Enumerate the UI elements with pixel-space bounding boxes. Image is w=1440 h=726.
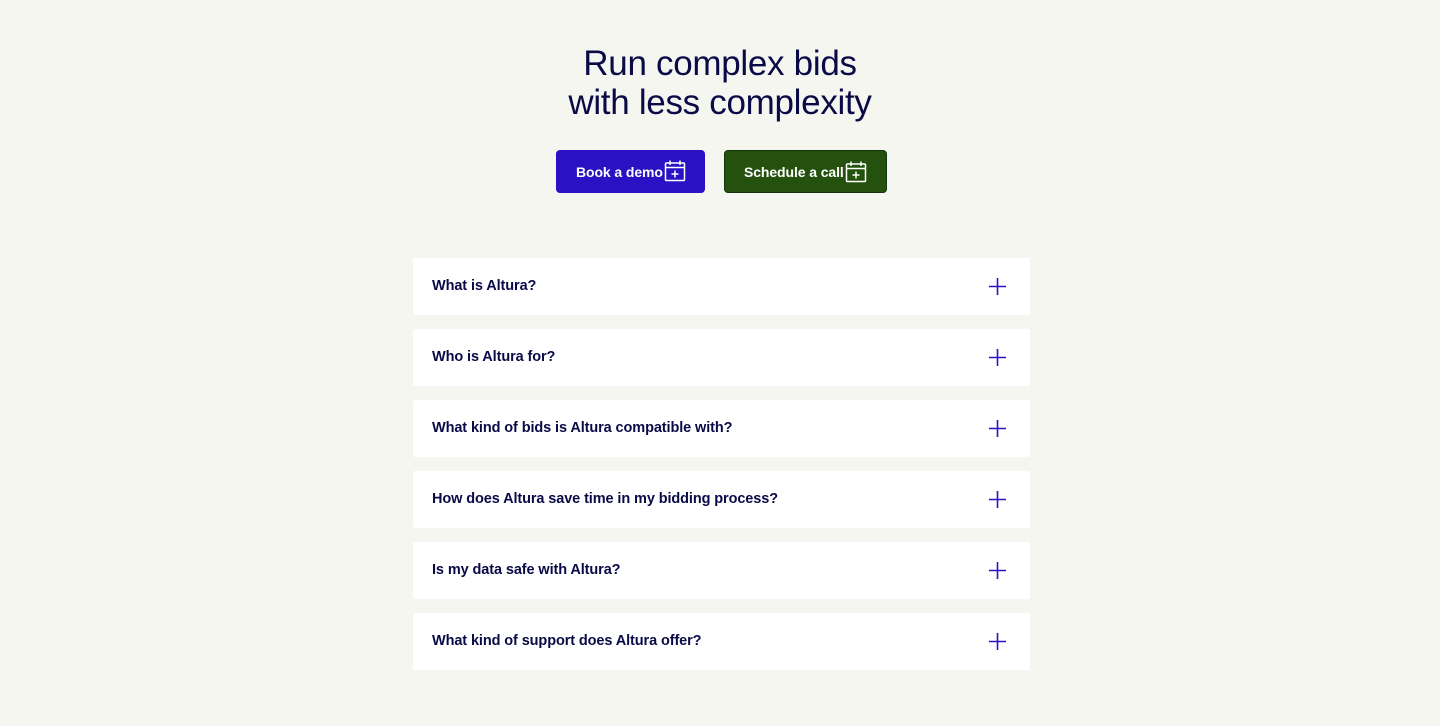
title-line-1: Run complex bids bbox=[583, 44, 857, 83]
plus-icon[interactable] bbox=[989, 420, 1006, 437]
faq-question: What kind of support does Altura offer? bbox=[432, 633, 702, 649]
faq-question: Is my data safe with Altura? bbox=[432, 562, 621, 578]
faq-item-save-time[interactable]: How does Altura save time in my bidding … bbox=[413, 471, 1030, 528]
plus-icon[interactable] bbox=[989, 349, 1006, 366]
plus-icon[interactable] bbox=[989, 562, 1006, 579]
faq-question: What is Altura? bbox=[432, 278, 537, 294]
calendar-plus-icon bbox=[664, 160, 686, 182]
plus-icon[interactable] bbox=[989, 633, 1006, 650]
faq-item-data-safety[interactable]: Is my data safe with Altura? bbox=[413, 542, 1030, 599]
faq-question: Who is Altura for? bbox=[432, 349, 556, 365]
faq-item-what-is-altura[interactable]: What is Altura? bbox=[413, 258, 1030, 315]
faq-item-who-is-altura-for[interactable]: Who is Altura for? bbox=[413, 329, 1030, 386]
plus-icon[interactable] bbox=[989, 491, 1006, 508]
schedule-call-button[interactable]: Schedule a call bbox=[724, 150, 887, 193]
cta-buttons: Book a demo Schedule a call bbox=[0, 150, 1440, 193]
faq-item-support[interactable]: What kind of support does Altura offer? bbox=[413, 613, 1030, 670]
book-demo-label: Book a demo bbox=[576, 163, 663, 180]
schedule-call-label: Schedule a call bbox=[744, 163, 844, 180]
book-demo-button[interactable]: Book a demo bbox=[556, 150, 705, 193]
title-line-2: with less complexity bbox=[568, 83, 872, 122]
faq-list: What is Altura? Who is Altura for? What … bbox=[413, 258, 1030, 684]
faq-section: Run complex bids with less complexity Bo… bbox=[0, 0, 1440, 726]
plus-icon[interactable] bbox=[989, 278, 1006, 295]
faq-question: How does Altura save time in my bidding … bbox=[432, 491, 778, 507]
page-title: Run complex bids with less complexity bbox=[0, 44, 1440, 122]
calendar-plus-icon bbox=[845, 161, 867, 183]
faq-question: What kind of bids is Altura compatible w… bbox=[432, 420, 733, 436]
faq-item-bid-compatibility[interactable]: What kind of bids is Altura compatible w… bbox=[413, 400, 1030, 457]
